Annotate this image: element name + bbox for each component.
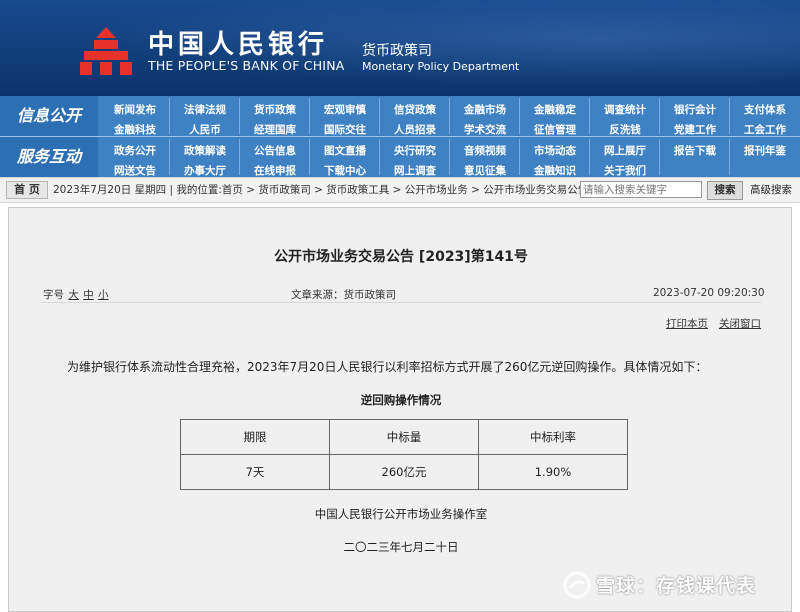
watermark-text: 雪球：存钱课代表 bbox=[596, 575, 757, 597]
nav-separator bbox=[589, 139, 590, 175]
nav-item[interactable]: 国际交往 bbox=[310, 120, 380, 140]
nav-separator bbox=[239, 139, 240, 175]
department-name-en: Monetary Policy Department bbox=[362, 60, 520, 73]
signature-date: 二〇二三年七月二十日 bbox=[343, 540, 459, 554]
table-cell: 7天 bbox=[180, 454, 330, 490]
nav-separator bbox=[169, 139, 170, 175]
main-navigation: 信息公开 服务互动 新闻发布 法律法规 货币政策 宏观审慎 信贷政策 金融市场 金融稳定 调查… bbox=[0, 96, 800, 177]
nav-item[interactable]: 报刊年鉴 bbox=[730, 141, 800, 161]
nav-item[interactable]: 图文直播 bbox=[310, 141, 380, 161]
font-medium-link[interactable]: 中 bbox=[83, 289, 94, 301]
nav-item[interactable]: 经理国库 bbox=[240, 120, 310, 140]
font-size-label: 字号 bbox=[43, 289, 64, 301]
font-size-control: 字号 大 中 小 bbox=[43, 287, 109, 302]
nav-item[interactable]: 报告下载 bbox=[660, 141, 730, 161]
nav-separator bbox=[729, 98, 730, 134]
nav-separator bbox=[519, 98, 520, 134]
snowball-logo-icon bbox=[563, 571, 591, 599]
nav-item[interactable]: 法律法规 bbox=[170, 100, 240, 120]
nav-item[interactable]: 金融市场 bbox=[450, 100, 520, 120]
nav-separator bbox=[169, 98, 170, 134]
print-link[interactable]: 打印本页 bbox=[666, 316, 708, 331]
article-paragraph: 为维护银行体系流动性合理充裕，2023年7月20日人民银行以利率招标方式开展了2… bbox=[67, 360, 708, 374]
article-panel: 公开市场业务交易公告 [2023]第141号 字号 大 中 小 文章来源：货币政… bbox=[8, 207, 792, 612]
page-title: 公开市场业务交易公告 [2023]第141号 bbox=[274, 249, 528, 265]
article-datetime: 2023-07-20 09:20:30 bbox=[653, 287, 765, 299]
table-title: 逆回购操作情况 bbox=[360, 393, 442, 407]
close-window-link[interactable]: 关闭窗口 bbox=[719, 316, 761, 331]
nav-item[interactable]: 宏观审慎 bbox=[310, 100, 380, 120]
nav-separator bbox=[449, 98, 450, 134]
nav-item[interactable]: 人民币 bbox=[170, 120, 240, 140]
bank-name-cn: 中国人民银行 bbox=[148, 30, 329, 60]
nav-separator bbox=[239, 98, 240, 134]
nav-item[interactable]: 党建工作 bbox=[660, 120, 730, 140]
watermark: 雪球：存钱课代表 bbox=[560, 568, 788, 604]
nav-separator bbox=[449, 139, 450, 175]
font-small-link[interactable]: 小 bbox=[98, 289, 109, 301]
nav-item[interactable]: 反洗钱 bbox=[590, 120, 660, 140]
nav-item[interactable]: 支付体系 bbox=[730, 100, 800, 120]
search-button[interactable]: 搜索 bbox=[707, 181, 743, 200]
nav-separator bbox=[379, 98, 380, 134]
header-banner: 中国人民银行 THE PEOPLE'S BANK OF CHINA 货币政策司 … bbox=[0, 0, 800, 96]
table-header-cell: 中标量 bbox=[329, 419, 479, 455]
table-header-cell: 中标利率 bbox=[478, 419, 628, 455]
advanced-search-link[interactable]: 高级搜索 bbox=[750, 178, 792, 202]
nav-separator bbox=[659, 139, 660, 175]
table-cell: 1.90% bbox=[478, 454, 628, 490]
nav-item[interactable]: 调查统计 bbox=[590, 100, 660, 120]
nav-item[interactable]: 工会工作 bbox=[730, 120, 800, 140]
nav-separator bbox=[309, 98, 310, 134]
meta-divider bbox=[41, 302, 761, 303]
nav-group-label-service[interactable]: 服务互动 bbox=[0, 137, 98, 177]
nav-item[interactable]: 货币政策 bbox=[240, 100, 310, 120]
nav-item[interactable]: 政策解读 bbox=[170, 141, 240, 161]
nav-separator bbox=[729, 139, 730, 175]
nav-item[interactable]: 音频视频 bbox=[450, 141, 520, 161]
nav-item[interactable]: 学术交流 bbox=[450, 120, 520, 140]
nav-item[interactable]: 征信管理 bbox=[520, 120, 590, 140]
nav-item[interactable]: 网上展厅 bbox=[590, 141, 660, 161]
nav-item[interactable]: 市场动态 bbox=[520, 141, 590, 161]
nav-item[interactable]: 政务公开 bbox=[100, 141, 170, 161]
nav-item[interactable]: 央行研究 bbox=[380, 141, 450, 161]
table-row: 7天 260亿元 1.90% bbox=[180, 454, 628, 490]
nav-item[interactable]: 人员招录 bbox=[380, 120, 450, 140]
nav-item[interactable]: 金融科技 bbox=[100, 120, 170, 140]
nav-item[interactable]: 银行会计 bbox=[660, 100, 730, 120]
font-large-link[interactable]: 大 bbox=[68, 289, 79, 301]
nav-group-label-info[interactable]: 信息公开 bbox=[0, 96, 98, 136]
breadcrumb-bar: 首 页 2023年7月20日 星期四 | 我的位置:首页 > 货币政策司 > 货… bbox=[0, 177, 800, 203]
nav-separator bbox=[379, 139, 380, 175]
nav-separator bbox=[309, 139, 310, 175]
table-header-row: 期限 中标量 中标利率 bbox=[180, 419, 628, 455]
pboc-logo-icon bbox=[80, 27, 132, 75]
nav-separator bbox=[519, 139, 520, 175]
nav-separator bbox=[589, 98, 590, 134]
search-input[interactable] bbox=[580, 181, 702, 198]
home-button[interactable]: 首 页 bbox=[6, 181, 48, 199]
nav-item[interactable]: 新闻发布 bbox=[100, 100, 170, 120]
signature-organization: 中国人民银行公开市场业务操作室 bbox=[314, 507, 488, 521]
department-name-cn: 货币政策司 bbox=[362, 43, 432, 59]
table-cell: 260亿元 bbox=[329, 454, 479, 490]
table-header-cell: 期限 bbox=[180, 419, 330, 455]
nav-separator bbox=[659, 98, 660, 134]
nav-item[interactable]: 信贷政策 bbox=[380, 100, 450, 120]
nav-item[interactable]: 公告信息 bbox=[240, 141, 310, 161]
bank-name-en: THE PEOPLE'S BANK OF CHINA bbox=[148, 58, 345, 73]
operations-table: 期限 中标量 中标利率 7天 260亿元 1.90% bbox=[180, 419, 628, 490]
article-source: 文章来源：货币政策司 bbox=[291, 289, 396, 301]
breadcrumb: 2023年7月20日 星期四 | 我的位置:首页 > 货币政策司 > 货币政策工… bbox=[53, 184, 589, 196]
nav-item[interactable]: 金融稳定 bbox=[520, 100, 590, 120]
